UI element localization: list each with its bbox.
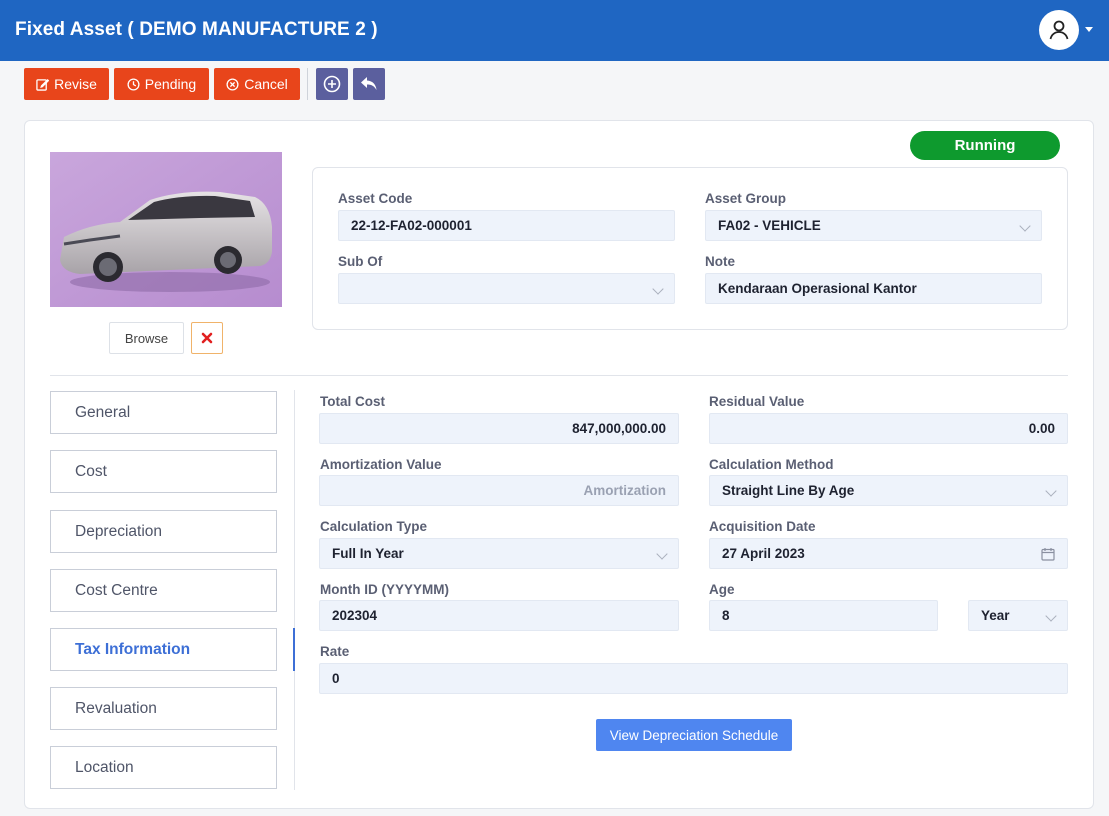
calculation-method-label: Calculation Method <box>709 457 834 472</box>
asset-group-select[interactable]: FA02 - VEHICLE <box>705 210 1042 241</box>
chevron-down-icon <box>1019 220 1031 232</box>
chevron-down-icon[interactable] <box>1085 27 1093 32</box>
pending-label: Pending <box>144 76 197 92</box>
calculation-method-value: Straight Line By Age <box>722 483 855 498</box>
calculation-type-label: Calculation Type <box>320 519 428 534</box>
rate-label: Rate <box>320 644 350 659</box>
asset-photo <box>50 152 282 307</box>
chevron-down-icon <box>1045 610 1057 622</box>
total-cost-value: 847,000,000.00 <box>572 421 666 436</box>
plus-circle-icon <box>323 75 341 93</box>
calculation-method-select[interactable]: Straight Line By Age <box>709 475 1068 506</box>
status-badge: Running <box>910 131 1060 160</box>
amortization-label: Amortization Value <box>320 457 442 472</box>
back-button[interactable] <box>353 68 385 100</box>
reply-icon <box>361 77 377 90</box>
tab-location[interactable]: Location <box>50 746 277 789</box>
note-label: Note <box>705 254 735 269</box>
calendar-icon[interactable] <box>1041 547 1055 561</box>
close-icon <box>201 332 213 344</box>
asset-code-value: 22-12-FA02-000001 <box>351 218 472 233</box>
rate-field[interactable]: 0 <box>319 663 1068 694</box>
total-cost-label: Total Cost <box>320 394 385 409</box>
close-circle-icon <box>226 77 239 91</box>
note-value: Kendaraan Operasional Kantor <box>718 281 917 296</box>
amortization-placeholder: Amortization <box>583 483 667 498</box>
sub-of-label: Sub Of <box>338 254 383 269</box>
calculation-type-select[interactable]: Full In Year <box>319 538 679 569</box>
edit-icon <box>36 78 50 91</box>
page-title: Fixed Asset ( DEMO MANUFACTURE 2 ) <box>15 19 378 40</box>
residual-value-field[interactable]: 0.00 <box>709 413 1068 444</box>
residual-value-label: Residual Value <box>709 394 805 409</box>
section-divider <box>50 375 1068 376</box>
month-id-label: Month ID (YYYYMM) <box>320 582 449 597</box>
view-depreciation-schedule-button[interactable]: View Depreciation Schedule <box>596 719 792 751</box>
acquisition-date-field[interactable]: 27 April 2023 <box>709 538 1068 569</box>
residual-value: 0.00 <box>1028 421 1055 436</box>
total-cost-field[interactable]: 847,000,000.00 <box>319 413 679 444</box>
asset-group-label: Asset Group <box>705 191 787 206</box>
clock-icon <box>127 77 140 91</box>
age-field[interactable]: 8 <box>709 600 938 631</box>
add-button[interactable] <box>316 68 348 100</box>
revise-button[interactable]: Revise <box>24 68 109 100</box>
age-unit-value: Year <box>981 608 1010 623</box>
month-id-field[interactable]: 202304 <box>319 600 679 631</box>
tabs-divider <box>294 390 295 790</box>
rate-value: 0 <box>332 671 340 686</box>
car-image <box>50 152 282 307</box>
chevron-down-icon <box>1045 485 1057 497</box>
revise-label: Revise <box>54 76 97 92</box>
cancel-label: Cancel <box>244 76 288 92</box>
tab-depreciation[interactable]: Depreciation <box>50 510 277 553</box>
tab-cost[interactable]: Cost <box>50 450 277 493</box>
acquisition-date-value: 27 April 2023 <box>722 546 805 561</box>
active-tab-indicator <box>293 628 295 671</box>
cancel-button[interactable]: Cancel <box>214 68 300 100</box>
user-icon <box>1049 20 1069 40</box>
user-avatar[interactable] <box>1039 10 1079 50</box>
note-field[interactable]: Kendaraan Operasional Kantor <box>705 273 1042 304</box>
browse-button[interactable]: Browse <box>109 322 184 354</box>
sub-of-select[interactable] <box>338 273 675 304</box>
chevron-down-icon <box>656 548 668 560</box>
month-id-value: 202304 <box>332 608 378 623</box>
tab-general[interactable]: General <box>50 391 277 434</box>
tab-tax-information[interactable]: Tax Information <box>50 628 277 671</box>
asset-code-field[interactable]: 22-12-FA02-000001 <box>338 210 675 241</box>
asset-header-panel <box>312 167 1068 330</box>
remove-photo-button[interactable] <box>191 322 223 354</box>
calculation-type-value: Full In Year <box>332 546 404 561</box>
pending-button[interactable]: Pending <box>114 68 209 100</box>
age-value: 8 <box>722 608 730 623</box>
amortization-field[interactable]: Amortization <box>319 475 679 506</box>
tab-cost-centre[interactable]: Cost Centre <box>50 569 277 612</box>
asset-code-label: Asset Code <box>338 191 413 206</box>
top-bar: Fixed Asset ( DEMO MANUFACTURE 2 ) <box>0 0 1109 61</box>
asset-group-value: FA02 - VEHICLE <box>718 218 821 233</box>
tab-revaluation[interactable]: Revaluation <box>50 687 277 730</box>
toolbar-divider <box>307 68 308 100</box>
age-label: Age <box>709 582 735 597</box>
chevron-down-icon <box>652 283 664 295</box>
age-unit-select[interactable]: Year <box>968 600 1068 631</box>
acquisition-date-label: Acquisition Date <box>709 519 816 534</box>
